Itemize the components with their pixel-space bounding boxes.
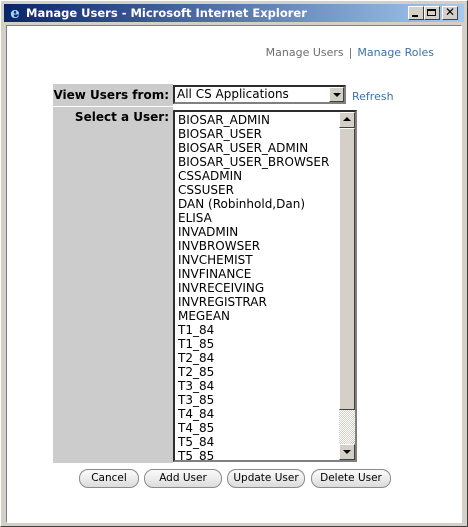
user-list-item[interactable]: T1_84 bbox=[178, 323, 338, 337]
user-list-item[interactable]: INVRECEIVING bbox=[178, 281, 338, 295]
user-list-item[interactable]: T2_84 bbox=[178, 351, 338, 365]
close-icon: ✕ bbox=[444, 5, 456, 19]
select-user-label: Select a User: bbox=[53, 107, 173, 463]
arrow-down-icon bbox=[343, 450, 351, 454]
user-list-item[interactable]: T2_85 bbox=[178, 365, 338, 379]
user-list-item[interactable]: T5_85 bbox=[178, 449, 338, 460]
user-list-item[interactable]: INVCHEMIST bbox=[178, 253, 338, 267]
close-button[interactable]: ✕ bbox=[442, 5, 458, 20]
window-title: Manage Users - Microsoft Internet Explor… bbox=[26, 6, 307, 20]
top-nav: Manage Users | Manage Roles bbox=[266, 46, 434, 59]
dropdown-button[interactable] bbox=[329, 87, 344, 102]
user-list-item[interactable]: CSSUSER bbox=[178, 183, 338, 197]
user-list-item[interactable]: T3_85 bbox=[178, 393, 338, 407]
refresh-link[interactable]: Refresh bbox=[352, 90, 394, 103]
scroll-down-button[interactable] bbox=[339, 444, 355, 460]
manage-roles-link[interactable]: Manage Roles bbox=[357, 46, 434, 59]
maximize-button[interactable] bbox=[424, 6, 440, 20]
add-user-button[interactable]: Add User bbox=[144, 469, 222, 488]
minimize-icon bbox=[412, 15, 418, 17]
user-listbox[interactable]: BIOSAR_ADMIN BIOSAR_USER BIOSAR_USER_ADMIN… bbox=[173, 110, 357, 462]
minimize-button[interactable] bbox=[408, 6, 424, 20]
user-list-item[interactable]: BIOSAR_USER bbox=[178, 127, 338, 141]
user-list: BIOSAR_ADMIN BIOSAR_USER BIOSAR_USER_ADMIN… bbox=[178, 113, 338, 460]
browser-window: e Manage Users - Microsoft Internet Expl… bbox=[0, 0, 468, 527]
user-list-item[interactable]: MEGEAN bbox=[178, 309, 338, 323]
user-list-item[interactable]: T4_84 bbox=[178, 407, 338, 421]
nav-separator: | bbox=[348, 46, 353, 59]
view-users-value: All CS Applications bbox=[177, 87, 289, 101]
user-list-item[interactable]: CSSADMIN bbox=[178, 169, 338, 183]
user-list-item[interactable]: BIOSAR_ADMIN bbox=[178, 113, 338, 127]
arrow-up-icon bbox=[343, 117, 351, 121]
user-list-item[interactable]: INVBROWSER bbox=[178, 239, 338, 253]
ie-icon: e bbox=[10, 4, 20, 22]
view-users-label: View Users from: bbox=[53, 84, 173, 106]
user-list-item[interactable]: BIOSAR_USER_ADMIN bbox=[178, 141, 338, 155]
user-list-item[interactable]: BIOSAR_USER_BROWSER bbox=[178, 155, 338, 169]
user-list-item[interactable]: ELISA bbox=[178, 211, 338, 225]
user-list-item[interactable]: T4_85 bbox=[178, 421, 338, 435]
view-users-select[interactable]: All CS Applications bbox=[173, 85, 346, 104]
user-list-item[interactable]: INVREGISTRAR bbox=[178, 295, 338, 309]
chevron-down-icon bbox=[333, 93, 341, 97]
user-list-item[interactable]: T1_85 bbox=[178, 337, 338, 351]
scroll-up-button[interactable] bbox=[339, 112, 355, 128]
title-bar[interactable]: e Manage Users - Microsoft Internet Expl… bbox=[4, 4, 464, 22]
page-content: Manage Users | Manage Roles View Users fro… bbox=[6, 25, 462, 523]
vertical-scrollbar[interactable] bbox=[339, 112, 355, 460]
cancel-button[interactable]: Cancel bbox=[79, 469, 139, 488]
maximize-icon bbox=[427, 9, 436, 16]
user-list-item[interactable]: T3_84 bbox=[178, 379, 338, 393]
scrollbar-thumb[interactable] bbox=[339, 128, 355, 410]
user-list-item[interactable]: DAN (Robinhold,Dan) bbox=[178, 197, 338, 211]
update-user-button[interactable]: Update User bbox=[227, 469, 305, 488]
user-list-item[interactable]: T5_84 bbox=[178, 435, 338, 449]
user-list-item[interactable]: INVFINANCE bbox=[178, 267, 338, 281]
manage-users-link[interactable]: Manage Users bbox=[266, 46, 344, 59]
delete-user-button[interactable]: Delete User bbox=[311, 469, 391, 488]
user-list-item[interactable]: INVADMIN bbox=[178, 225, 338, 239]
